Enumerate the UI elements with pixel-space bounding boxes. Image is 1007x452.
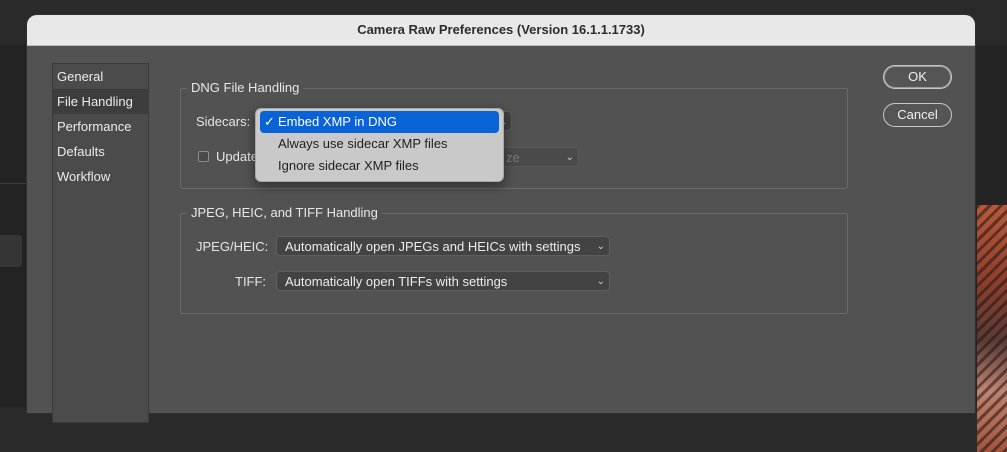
chevron-down-icon: ⌄ (596, 276, 605, 287)
nav-item-workflow[interactable]: Workflow (53, 164, 148, 189)
chevron-down-icon: ⌄ (596, 241, 605, 252)
preview-size-value: ze (506, 150, 520, 165)
sidecars-label: Sidecars: (196, 114, 251, 129)
background-tab (0, 235, 22, 267)
jpeg-heic-select[interactable]: Automatically open JPEGs and HEICs with … (276, 236, 610, 256)
menu-item-label: Embed XMP in DNG (278, 114, 397, 129)
nav-item-general[interactable]: General (53, 64, 148, 89)
jpeg-heic-tiff-group: JPEG, HEIC, and TIFF Handling JPEG/HEIC:… (180, 205, 848, 314)
menu-item-always-sidecar[interactable]: Always use sidecar XMP files (260, 133, 499, 155)
cancel-button[interactable]: Cancel (883, 103, 952, 127)
nav-item-defaults[interactable]: Defaults (53, 139, 148, 164)
tiff-value: Automatically open TIFFs with settings (285, 274, 508, 289)
nav-item-performance[interactable]: Performance (53, 114, 148, 139)
dng-group-title: DNG File Handling (187, 80, 304, 96)
menu-item-label: Ignore sidecar XMP files (278, 158, 419, 173)
nav-item-file-handling[interactable]: File Handling (53, 89, 148, 114)
tiff-select[interactable]: Automatically open TIFFs with settings ⌄ (276, 271, 610, 291)
sidecars-dropdown-menu: ✓ Embed XMP in DNG Always use sidecar XM… (255, 108, 504, 182)
menu-item-embed-xmp[interactable]: ✓ Embed XMP in DNG (260, 111, 499, 133)
background-divider (0, 183, 28, 184)
tiff-label: TIFF: (235, 274, 267, 289)
menu-item-ignore-sidecar[interactable]: Ignore sidecar XMP files (260, 155, 499, 177)
window-title: Camera Raw Preferences (Version 16.1.1.1… (27, 15, 975, 46)
checkmark-icon: ✓ (264, 114, 275, 129)
jpeg-heic-value: Automatically open JPEGs and HEICs with … (285, 239, 581, 254)
chevron-down-icon: ⌄ (565, 152, 574, 163)
update-label: Update (216, 149, 258, 164)
background-left-panel (0, 45, 28, 407)
preferences-nav: General File Handling Performance Defaul… (52, 63, 149, 423)
jpeg-heic-label: JPEG/HEIC: (196, 239, 269, 254)
preferences-dialog: Camera Raw Preferences (Version 16.1.1.1… (26, 14, 976, 423)
jpeg-group-title: JPEG, HEIC, and TIFF Handling (187, 205, 382, 221)
menu-item-label: Always use sidecar XMP files (278, 136, 448, 151)
background-right-panel (975, 45, 1007, 452)
background-photo-thumbnail (977, 205, 1007, 452)
update-checkbox[interactable] (198, 151, 209, 162)
ok-button[interactable]: OK (883, 65, 952, 89)
